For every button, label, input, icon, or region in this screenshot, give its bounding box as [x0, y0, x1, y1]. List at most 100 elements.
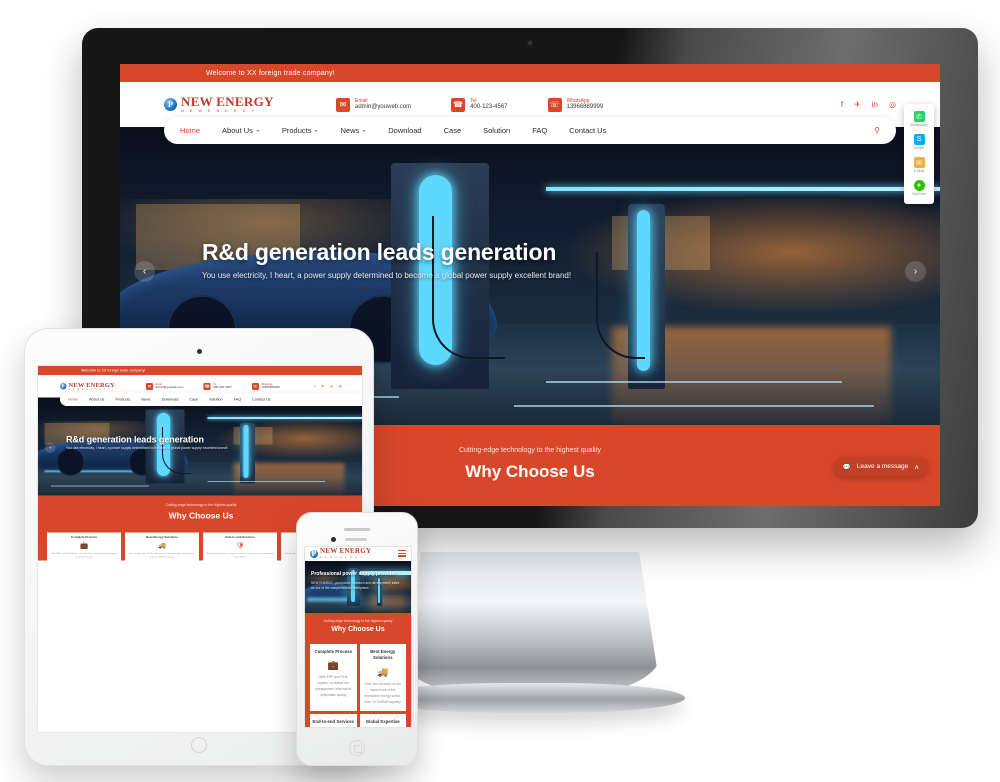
- why-kicker: Cutting-edge technology to the highest q…: [165, 503, 237, 508]
- why-title: Why Choose Us: [331, 626, 385, 633]
- why-card-global-expertise[interactable]: Global Expertise: [359, 713, 406, 727]
- tablet-home-button[interactable]: [191, 737, 207, 753]
- contact-value: admin@youweb.com: [155, 385, 184, 389]
- briefcase-icon: 💼: [79, 541, 89, 550]
- skype-icon: S: [913, 134, 925, 145]
- why-card-best-energy-solutions[interactable]: Best Energy Solutions 🚚 Over two decades…: [359, 644, 406, 711]
- nav-label: About Us: [222, 126, 253, 135]
- nav-label: Case: [189, 397, 199, 402]
- hamburger-menu-icon[interactable]: [398, 549, 406, 559]
- nav-item-solution[interactable]: Solution: [483, 126, 510, 135]
- phone-icon: ☎: [451, 97, 466, 112]
- hero-title: R&d generation leads generation: [66, 434, 204, 445]
- logo-globe-icon: [60, 383, 67, 390]
- wechat-icon: ●: [913, 180, 925, 191]
- facebook-icon[interactable]: f: [314, 384, 315, 389]
- device-mockup-scene: Welcome to XX foreign trade company! NEW…: [0, 0, 1000, 782]
- why-card-title: Global Expertise: [365, 718, 400, 724]
- nav-item-products[interactable]: Products: [282, 126, 319, 135]
- search-icon[interactable]: ⚲: [874, 126, 880, 135]
- social-links: f ✈ in ◎: [314, 384, 342, 389]
- side-item-whatsapp[interactable]: ✆ WhatsApp: [904, 108, 934, 131]
- carousel-prev-button[interactable]: ‹: [134, 261, 155, 282]
- nav-label: Solution: [483, 126, 511, 135]
- nav-item-home[interactable]: Home: [68, 397, 78, 402]
- site-logo[interactable]: NEW ENERGY N E W E N E R G Y: [310, 548, 371, 559]
- contact-tel[interactable]: ☎ Tel 400-123-4567: [203, 382, 232, 390]
- twitter-icon[interactable]: ✈: [321, 384, 324, 389]
- top-announcement-bar: Welcome to XX foreign trade company!: [38, 366, 362, 375]
- nav-item-news[interactable]: News: [141, 397, 150, 402]
- monitor-base: [375, 683, 685, 713]
- instagram-icon[interactable]: ◎: [339, 384, 342, 389]
- contact-tel[interactable]: ☎ Tel 400-123-4567: [451, 97, 508, 112]
- contact-email[interactable]: ✉ Email admin@youweb.com: [146, 382, 184, 390]
- why-card-end-to-end-services[interactable]: End-to-end Services 🛡 We implement power…: [203, 531, 277, 574]
- nav-label: Contact Us: [569, 126, 607, 135]
- nav-label: Products: [115, 397, 131, 402]
- monitor-stand: [400, 552, 660, 700]
- side-item-wechat[interactable]: ● WeChat: [904, 177, 934, 200]
- hero-subtitle: You use electricity, I heart, a power su…: [202, 271, 572, 280]
- tablet-camera-icon: [196, 349, 202, 354]
- nav-item-solution[interactable]: Solution: [209, 397, 223, 402]
- site-logo[interactable]: NEW ENERGY N E W E N E R G Y: [60, 382, 135, 391]
- nav-item-case[interactable]: Case: [444, 126, 462, 135]
- why-card-desc: Over two decades of rich experience in t…: [128, 552, 196, 559]
- logo-tagline: N E W E N E R G Y: [68, 388, 107, 391]
- side-label: WhatsApp: [910, 123, 928, 127]
- hero-subtitle: You use electricity, I heart, a power su…: [66, 446, 228, 451]
- phone-home-button[interactable]: [349, 740, 365, 756]
- nav-item-faq[interactable]: FAQ: [234, 397, 242, 402]
- why-card-end-to-end-services[interactable]: End-to-end Services: [310, 713, 357, 727]
- side-item-skype[interactable]: S Skype: [904, 131, 934, 154]
- social-links: f ✈ in ◎: [841, 100, 896, 109]
- nav-item-faq[interactable]: FAQ: [532, 126, 547, 135]
- nav-item-about-us[interactable]: About Us: [222, 126, 260, 135]
- side-item-email[interactable]: ✉ E-Mail: [904, 154, 934, 177]
- linkedin-icon[interactable]: in: [330, 384, 333, 389]
- whatsapp-icon: ☏: [251, 382, 259, 390]
- nav-label: News: [340, 126, 360, 135]
- contact-value: 13966889999: [261, 385, 280, 389]
- briefcase-icon: 💼: [327, 660, 339, 671]
- why-card-desc: We implement power conversion devices an…: [206, 552, 274, 559]
- carousel-prev-button[interactable]: ‹: [45, 442, 56, 453]
- phone-sensor: [345, 538, 367, 541]
- nav-item-download[interactable]: Download: [162, 397, 179, 402]
- twitter-icon[interactable]: ✈: [854, 100, 861, 109]
- mobile-hero: Professional power supply provider NEW E…: [305, 561, 411, 613]
- nav-label: Download: [161, 397, 179, 402]
- nav-item-news[interactable]: News: [340, 126, 367, 135]
- linkedin-icon[interactable]: in: [872, 100, 878, 109]
- nav-item-download[interactable]: Download: [388, 126, 421, 135]
- collapse-chevron-icon[interactable]: ∧: [914, 463, 919, 471]
- contact-email[interactable]: ✉ Email admin@youweb.com: [336, 97, 411, 112]
- facebook-icon[interactable]: f: [841, 100, 843, 109]
- why-card-complete-process[interactable]: Complete Process 💼 With ERP and PLM syst…: [310, 644, 357, 711]
- why-card-complete-process[interactable]: Complete Process 💼 With ERP and PLM syst…: [47, 531, 121, 574]
- why-card-title: End-to-end Services: [312, 718, 355, 724]
- contact-whatsapp[interactable]: ☏ WhatsApp 13966889999: [251, 382, 280, 390]
- why-card-desc: Over two decades of rich experience in t…: [364, 681, 402, 704]
- site-logo[interactable]: NEW ENERGY N E W E N E R G Y: [164, 95, 314, 114]
- nav-label: Solution: [209, 397, 223, 402]
- nav-label: Case: [443, 126, 462, 135]
- carousel-next-button[interactable]: ›: [905, 261, 926, 282]
- instagram-icon[interactable]: ◎: [889, 100, 896, 109]
- why-card-best-energy-solutions[interactable]: Best Energy Solutions 🚚 Over two decades…: [125, 531, 199, 574]
- nav-item-contact-us[interactable]: Contact Us: [252, 397, 271, 402]
- nav-item-products[interactable]: Products: [115, 397, 130, 402]
- contact-whatsapp[interactable]: ☏ WhatsApp 13966889999: [547, 97, 603, 112]
- leave-a-message-widget[interactable]: 💬 Leave a message ∧: [833, 457, 928, 476]
- why-card-title: Complete Process: [314, 649, 353, 654]
- nav-item-about-us[interactable]: About Us: [89, 397, 104, 402]
- logo-globe-icon: [310, 549, 318, 558]
- nav-item-case[interactable]: Case: [189, 397, 198, 402]
- nav-item-contact-us[interactable]: Contact Us: [569, 126, 606, 135]
- shield-icon: 🛡: [235, 541, 245, 550]
- hero-title: R&d generation leads generation: [202, 239, 557, 265]
- why-card-desc: With ERP and PLM system, to realize the …: [51, 552, 117, 559]
- mobile-hero-subtitle: NEW ENERGY - production, research and de…: [311, 581, 400, 591]
- nav-item-home[interactable]: Home: [180, 126, 200, 135]
